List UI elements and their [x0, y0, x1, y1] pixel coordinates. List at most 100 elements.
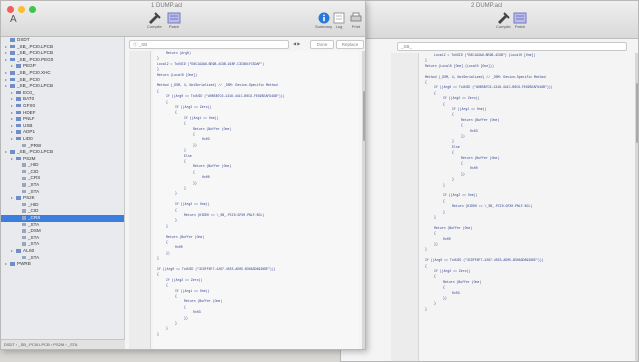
- code-line[interactable]: 0x03: [202, 137, 210, 141]
- code-line[interactable]: }: [443, 210, 445, 214]
- code-line[interactable]: {: [166, 283, 168, 287]
- code-line[interactable]: Local2 = ToUUID ("D8C1A3A6-BE9B-4C9B-91B…: [157, 62, 264, 66]
- sidebar-item[interactable]: _CID: [1, 169, 124, 176]
- code-line[interactable]: }: [184, 148, 186, 152]
- sidebar-toggle-button[interactable]: A: [7, 12, 21, 24]
- right-editor-window[interactable]: 2 DUMP.acl Compile Patch _SB_ Local2 = T…: [340, 0, 639, 362]
- code-line[interactable]: 0x00: [202, 175, 210, 179]
- sidebar-item[interactable]: _STA: [1, 235, 124, 242]
- code-line[interactable]: Return (HIDD0 == \_SB_.PCI0.GFX0.PNLF.BC…: [452, 204, 532, 208]
- left-scrollbar[interactable]: [362, 51, 365, 349]
- sidebar-item[interactable]: _STA: [1, 189, 124, 196]
- sidebar-item[interactable]: _CRS: [1, 175, 124, 182]
- zoom-button[interactable]: [29, 6, 36, 13]
- code-line[interactable]: }: [166, 326, 168, 330]
- code-line[interactable]: }: [157, 256, 159, 260]
- code-line[interactable]: Return (Buffer (One): [434, 226, 472, 230]
- code-line[interactable]: }): [443, 296, 447, 300]
- code-line[interactable]: Method (_DSM, 4, NotSerialized) // _DSM:…: [157, 83, 278, 87]
- code-line[interactable]: Return (HIDD0 == \_SB_.PCI0.GFX0.PNLF.BC…: [184, 213, 264, 217]
- code-line[interactable]: If ((Arg1 == One)): [452, 107, 486, 111]
- code-line[interactable]: If ((Arg1 == One)): [184, 116, 218, 120]
- sidebar-item[interactable]: ▸ _SB_.PCI0.LPCB: [1, 50, 124, 57]
- code-line[interactable]: Return (Buffer (One): [184, 299, 222, 303]
- sidebar-item[interactable]: _STA: [1, 255, 124, 262]
- code-line[interactable]: }): [461, 172, 465, 176]
- code-line[interactable]: {: [184, 159, 186, 163]
- code-line[interactable]: {: [452, 150, 454, 154]
- code-line[interactable]: {: [461, 123, 463, 127]
- print-button[interactable]: Print: [349, 12, 363, 29]
- code-line[interactable]: {: [157, 272, 159, 276]
- left-code-area[interactable]: Return (Arg0)} Local2 = ToUUID ("D8C1A3A6…: [153, 51, 359, 349]
- code-line[interactable]: Return (Buffer (One): [461, 156, 499, 160]
- sidebar-item[interactable]: ▸ _SB_.PCI0.LPCB: [1, 149, 124, 156]
- sidebar-item[interactable]: _STA: [1, 222, 124, 229]
- code-line[interactable]: {: [157, 89, 159, 93]
- code-line[interactable]: {: [425, 80, 427, 84]
- code-line[interactable]: {: [443, 102, 445, 106]
- right-search-field[interactable]: _SB_: [397, 42, 627, 51]
- sidebar-item[interactable]: ▸ _SB_.PCI0.LPCB: [1, 44, 124, 51]
- sidebar-item[interactable]: ▸ PNLF: [1, 116, 124, 123]
- code-line[interactable]: {: [443, 199, 445, 203]
- code-line[interactable]: {: [434, 231, 436, 235]
- code-line[interactable]: }: [175, 191, 177, 195]
- code-line[interactable]: If ((Arg2 == One)): [443, 193, 477, 197]
- sidebar-item[interactable]: _STA: [1, 182, 124, 189]
- sidebar-item[interactable]: ▸ PWRB: [1, 261, 124, 268]
- search-nav-arrows[interactable]: ◀ ▶: [293, 41, 300, 46]
- code-line[interactable]: Return (Buffer (One): [166, 235, 204, 239]
- sidebar-item[interactable]: ▸ _SB_.PCI0.XHC: [1, 70, 124, 77]
- sidebar-item[interactable]: _STA: [1, 241, 124, 248]
- code-line[interactable]: If ((Arg0 == ToUUID ("A0B5B7C6-1318-441C…: [434, 85, 553, 89]
- code-line[interactable]: {: [452, 112, 454, 116]
- code-line[interactable]: {: [461, 161, 463, 165]
- code-line[interactable]: 0x03: [193, 310, 201, 314]
- code-line[interactable]: }: [434, 215, 436, 219]
- code-line[interactable]: Return (Local0 [One] (Local0 [One])): [425, 64, 494, 68]
- code-line[interactable]: }: [425, 58, 427, 62]
- code-line[interactable]: }: [175, 321, 177, 325]
- left-patch-button[interactable]: Patch: [167, 12, 181, 29]
- code-line[interactable]: }: [425, 307, 427, 311]
- code-line[interactable]: 0x03: [470, 129, 478, 133]
- replace-button[interactable]: Replace: [336, 40, 364, 49]
- code-line[interactable]: {: [434, 274, 436, 278]
- right-scrollbar[interactable]: [635, 53, 638, 361]
- code-line[interactable]: Return (Buffer (One): [193, 127, 231, 131]
- sidebar-item[interactable]: ▸ LID0: [1, 136, 124, 143]
- code-line[interactable]: Return (Buffer (One): [461, 118, 499, 122]
- code-line[interactable]: }: [452, 177, 454, 181]
- summary-button[interactable]: Summary: [315, 12, 332, 29]
- code-line[interactable]: {: [166, 100, 168, 104]
- sidebar-item[interactable]: ▸ _SB_.PCI0.PEG0: [1, 57, 124, 64]
- code-line[interactable]: }): [193, 143, 197, 147]
- code-line[interactable]: Return (Buffer (One): [443, 280, 481, 284]
- outline-sidebar[interactable]: DSDT ▸ _SB_.PCI0.LPCB ▸ _SB_.PCI0.LPCB ▸ _SB_.…: [1, 37, 125, 339]
- sidebar-item[interactable]: _PRW: [1, 143, 124, 150]
- log-button[interactable]: Log: [332, 12, 346, 29]
- code-line[interactable]: {: [193, 170, 195, 174]
- code-line[interactable]: {: [434, 91, 436, 95]
- left-scroll-thumb[interactable]: [362, 91, 365, 141]
- sidebar-item[interactable]: ▸ PS2K: [1, 195, 124, 202]
- code-line[interactable]: If ((Arg2 == Zero)): [434, 269, 470, 273]
- code-line[interactable]: If ((Arg2 == Zero)): [443, 96, 479, 100]
- code-line[interactable]: {: [175, 208, 177, 212]
- code-line[interactable]: }: [184, 186, 186, 190]
- code-line[interactable]: If ((Arg2 == Zero)): [175, 105, 211, 109]
- code-line[interactable]: If ((Arg0 == ToUUID ("3CDFF6F7-4267-4555…: [157, 267, 276, 271]
- right-compile-button[interactable]: Compile: [496, 12, 511, 29]
- done-button[interactable]: Done: [310, 40, 334, 49]
- code-line[interactable]: }: [452, 139, 454, 143]
- sidebar-item[interactable]: ▸ EC0_: [1, 90, 124, 97]
- code-line[interactable]: Return (Buffer (One): [193, 164, 231, 168]
- right-code-area[interactable]: Local2 = ToUUID ("D8C1A3A6-BE9B-4C9B") (…: [421, 53, 633, 361]
- right-scroll-thumb[interactable]: [635, 83, 638, 143]
- sidebar-item[interactable]: ▸ PS2M: [1, 156, 124, 163]
- sidebar-item[interactable]: ▸ PEGP: [1, 63, 124, 70]
- code-line[interactable]: {: [425, 264, 427, 268]
- sidebar-item[interactable]: _CRS: [1, 215, 124, 222]
- code-line[interactable]: {: [175, 294, 177, 298]
